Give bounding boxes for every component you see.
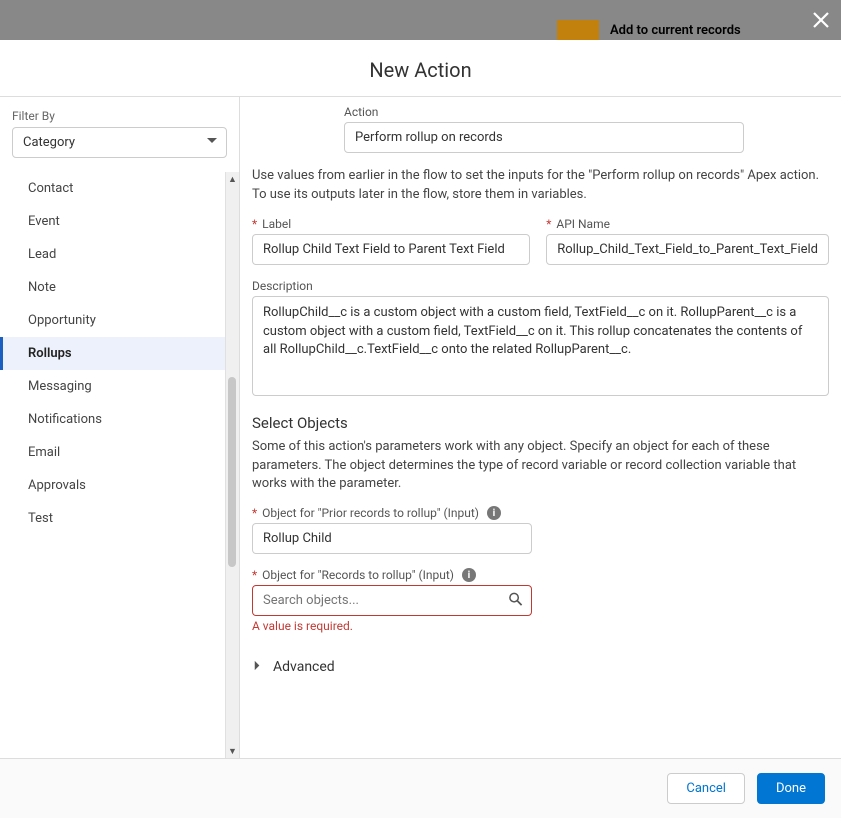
description-field: Description RollupChild__c is a custom o… [252,279,829,396]
action-label: Action [344,105,744,119]
sidebar-item-label: Test [28,511,53,526]
flow-node-label: Add to current records [610,23,741,38]
prior-records-field: * Object for "Prior records to rollup" (… [252,506,532,554]
done-button[interactable]: Done [757,773,825,804]
label-input[interactable]: Rollup Child Text Field to Parent Text F… [252,234,530,265]
sidebar-item-lead[interactable]: Lead [0,238,239,271]
required-marker: * [252,568,257,582]
label-api-row: *Label Rollup Child Text Field to Parent… [252,217,829,279]
info-icon[interactable]: i [487,506,501,520]
records-search-input[interactable] [252,585,532,616]
sidebar-item-note[interactable]: Note [0,271,239,304]
sidebar-item-label: Messaging [28,379,92,394]
label-label: *Label [252,217,530,231]
sidebar: Filter By Category ▲ ▼ Contact Event Lea… [0,97,240,758]
cancel-button[interactable]: Cancel [667,773,745,804]
sidebar-item-rollups[interactable]: Rollups [0,337,239,370]
filter-by-label: Filter By [12,109,227,123]
required-marker: * [252,217,257,231]
action-field: Action Perform rollup on records [344,105,744,153]
modal-backdrop: Add to current records [0,0,841,40]
api-name-input[interactable]: Rollup_Child_Text_Field_to_Parent_Text_F… [546,234,829,265]
description-value: RollupChild__c is a custom object with a… [263,305,802,358]
new-action-modal: New Action Filter By Category ▲ ▼ Contac… [0,40,841,818]
chevron-right-icon [252,660,263,675]
advanced-toggle[interactable]: Advanced [252,659,829,675]
sidebar-item-label: Notifications [28,412,102,427]
sidebar-item-email[interactable]: Email [0,436,239,469]
select-objects-help: Some of this action's parameters work wi… [252,438,829,495]
records-search-wrap [252,585,532,616]
sidebar-item-label: Approvals [28,478,86,493]
search-icon [508,591,523,610]
filter-by-select[interactable]: Category [12,127,227,158]
main-panel: Action Perform rollup on records Use val… [240,97,841,758]
sidebar-item-test[interactable]: Test [0,502,239,535]
sidebar-item-label: Contact [28,181,73,196]
sidebar-item-notifications[interactable]: Notifications [0,403,239,436]
required-marker: * [546,217,551,231]
sidebar-item-opportunity[interactable]: Opportunity [0,304,239,337]
filter-by-value: Category [23,135,75,150]
sidebar-item-approvals[interactable]: Approvals [0,469,239,502]
description-textarea[interactable]: RollupChild__c is a custom object with a… [252,296,829,396]
records-to-rollup-field: * Object for "Records to rollup" (Input)… [252,568,532,633]
api-name-field: *API Name Rollup_Child_Text_Field_to_Par… [546,217,829,265]
chevron-down-icon [206,135,218,151]
modal-footer: Cancel Done [0,759,841,818]
action-value: Perform rollup on records [355,130,503,145]
api-name-label: *API Name [546,217,829,231]
required-marker: * [252,506,257,520]
category-scroll: ▲ ▼ Contact Event Lead Note Opportunity … [0,172,239,758]
advanced-label: Advanced [273,659,335,675]
scroll-thumb[interactable] [228,377,236,567]
action-input[interactable]: Perform rollup on records [344,122,744,153]
scroll-up-arrow-icon[interactable]: ▲ [226,172,239,186]
modal-content: Filter By Category ▲ ▼ Contact Event Lea… [0,97,841,759]
sidebar-item-messaging[interactable]: Messaging [0,370,239,403]
sidebar-item-label: Event [28,214,60,229]
sidebar-item-contact[interactable]: Contact [0,172,239,205]
sidebar-item-label: Email [28,445,60,460]
sidebar-item-label: Lead [28,247,56,262]
modal-title: New Action [0,40,841,96]
records-to-rollup-label: * Object for "Records to rollup" (Input)… [252,568,532,582]
sidebar-item-event[interactable]: Event [0,205,239,238]
select-objects-title: Select Objects [252,414,829,432]
prior-records-value: Rollup Child [263,531,332,546]
category-list: Contact Event Lead Note Opportunity Roll… [0,172,239,535]
label-value: Rollup Child Text Field to Parent Text F… [263,242,505,257]
close-icon[interactable] [811,10,831,36]
sidebar-item-label: Rollups [28,346,72,361]
sidebar-item-label: Opportunity [28,313,96,328]
action-helptext: Use values from earlier in the flow to s… [252,167,829,205]
records-error-message: A value is required. [252,619,532,633]
flow-node-preview [557,20,599,40]
prior-records-label: * Object for "Prior records to rollup" (… [252,506,532,520]
info-icon[interactable]: i [462,568,476,582]
scroll-down-arrow-icon[interactable]: ▼ [226,744,239,758]
label-field: *Label Rollup Child Text Field to Parent… [252,217,530,265]
scrollbar[interactable]: ▲ ▼ [225,172,239,758]
description-label: Description [252,279,829,293]
sidebar-item-label: Note [28,280,56,295]
api-name-value: Rollup_Child_Text_Field_to_Parent_Text_F… [557,242,818,257]
prior-records-input[interactable]: Rollup Child [252,523,532,554]
